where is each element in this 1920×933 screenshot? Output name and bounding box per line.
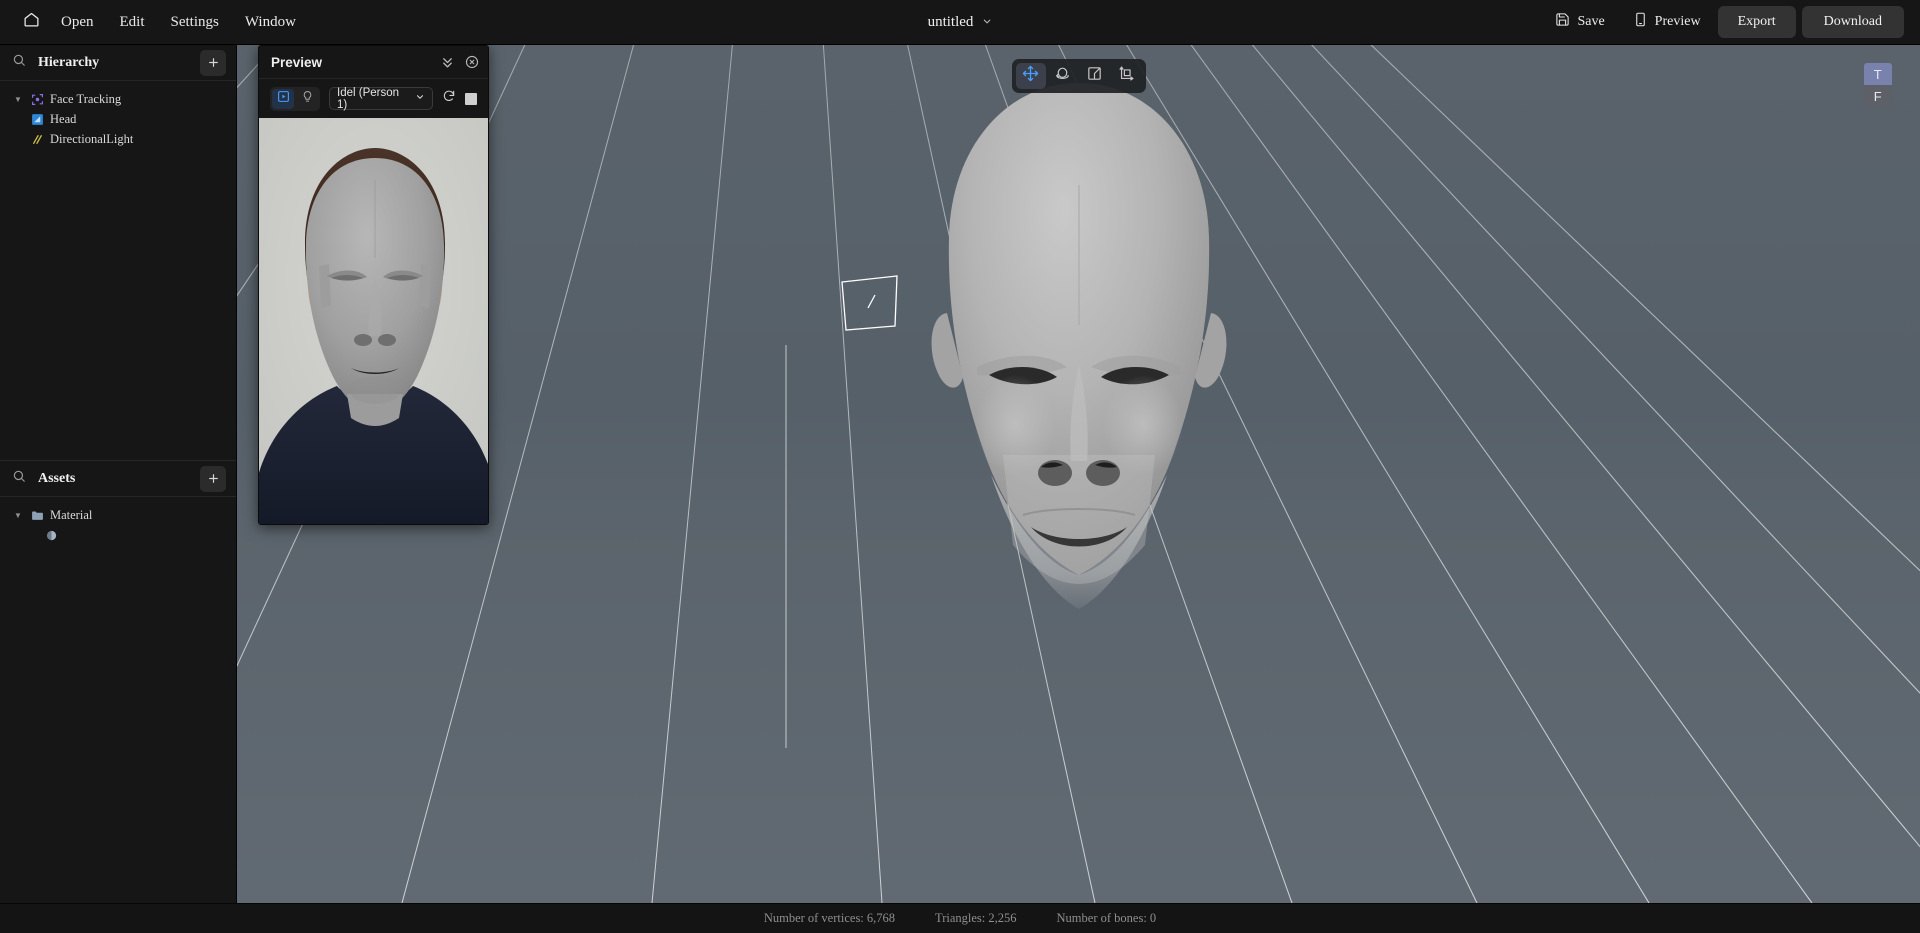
axis-gizmo-front[interactable]: F <box>1864 85 1892 107</box>
hierarchy-panel-header: Hierarchy <box>0 45 236 81</box>
chevron-down-icon <box>981 14 992 32</box>
home-icon <box>23 11 40 33</box>
chevron-down-icon[interactable]: ▼ <box>12 95 24 104</box>
rotate-tool[interactable] <box>1048 63 1078 89</box>
mobile-phone-icon <box>1633 12 1648 32</box>
preview-person-render <box>259 118 488 524</box>
search-icon[interactable] <box>12 53 26 72</box>
lightbulb-icon <box>301 90 314 108</box>
tree-label: Face Tracking <box>50 91 122 106</box>
transform-tool[interactable] <box>1112 63 1142 89</box>
hierarchy-add-button[interactable] <box>200 49 226 76</box>
tree-label: Material <box>50 507 93 522</box>
save-floppy-icon <box>1555 12 1570 32</box>
animation-select[interactable]: Idel (Person 1) <box>329 86 433 111</box>
document-title: untitled <box>927 14 974 30</box>
left-sidebar: Hierarchy ▼ Face Tracking Head Direction… <box>0 45 237 903</box>
material-sphere-icon <box>44 528 58 542</box>
chevron-down-icon <box>415 92 425 105</box>
rotate-icon <box>1054 65 1071 87</box>
download-button[interactable]: Download <box>1801 6 1904 38</box>
app-root: Open Edit Settings Window untitled Save <box>0 0 1920 933</box>
stop-square-icon[interactable] <box>465 92 477 105</box>
play-box-button[interactable] <box>272 88 294 109</box>
refresh-icon <box>442 89 456 108</box>
top-menu-bar: Open Edit Settings Window untitled Save <box>0 0 1920 45</box>
topbar-left-group: Open Edit Settings Window <box>0 5 309 39</box>
preview-stage[interactable] <box>259 118 488 524</box>
tree-item-face-tracking[interactable]: ▼ Face Tracking <box>0 89 236 109</box>
topbar-right-group: Save Preview Export Download <box>1544 5 1920 39</box>
status-triangles: Triangles: 2,256 <box>935 911 1017 925</box>
tree-item-directionallight[interactable]: DirectionalLight <box>0 129 236 149</box>
hierarchy-tree: ▼ Face Tracking Head DirectionalLight <box>0 81 236 149</box>
search-icon[interactable] <box>12 469 26 488</box>
menu-edit[interactable]: Edit <box>107 8 158 37</box>
tree-item-material-folder[interactable]: ▼ Material <box>0 505 236 525</box>
tree-item-head[interactable]: Head <box>0 109 236 129</box>
status-vertices: Number of vertices: 6,768 <box>763 911 896 925</box>
animation-select-value: Idel (Person 1) <box>337 86 400 111</box>
folder-icon <box>30 508 44 522</box>
export-button[interactable]: Export <box>1717 6 1796 38</box>
assets-title: Assets <box>38 470 76 486</box>
assets-tree: ▼ Material <box>0 497 236 545</box>
save-label: Save <box>1577 14 1605 29</box>
preview-panel-header: Preview <box>259 46 488 79</box>
axis-gizmo-top[interactable]: T <box>1864 63 1892 85</box>
status-bones: Number of bones: 0 <box>1056 911 1157 925</box>
3d-viewport[interactable]: T F Preview Idel (Person 1) <box>237 45 1920 903</box>
perspective-grid <box>237 45 1920 903</box>
status-bar: Number of vertices: 6,768 Triangles: 2,2… <box>0 903 1920 933</box>
menu-window[interactable]: Window <box>232 8 309 37</box>
scale-icon <box>1086 65 1103 87</box>
assets-panel-header: Assets <box>0 461 236 497</box>
scale-tool[interactable] <box>1080 63 1110 89</box>
preview-panel-title: Preview <box>271 54 323 70</box>
home-button[interactable] <box>14 5 48 39</box>
close-circle-icon[interactable] <box>465 55 479 69</box>
lightbulb-button[interactable] <box>296 89 318 109</box>
face-tracking-icon <box>30 92 44 106</box>
directional-light-icon <box>30 132 44 146</box>
viewport-tool-bar <box>1011 59 1146 93</box>
chevron-down-icon[interactable]: ▼ <box>12 511 24 520</box>
document-title-dropdown[interactable]: untitled <box>918 0 1003 45</box>
tree-label: Head <box>50 111 77 126</box>
move-tool[interactable] <box>1015 63 1046 89</box>
preview-label: Preview <box>1654 14 1701 29</box>
refresh-button[interactable] <box>442 89 456 108</box>
assets-add-button[interactable] <box>200 465 226 492</box>
save-button[interactable]: Save <box>1544 5 1615 39</box>
assets-section: Assets ▼ Material <box>0 460 236 545</box>
move-arrows-icon <box>1022 65 1039 87</box>
hierarchy-title: Hierarchy <box>38 54 100 70</box>
axis-gizmo: T F <box>1864 63 1892 107</box>
tree-item-material-asset[interactable] <box>0 525 236 545</box>
play-box-icon <box>277 90 290 108</box>
main-body: Hierarchy ▼ Face Tracking Head Direction… <box>0 45 1920 903</box>
preview-panel: Preview Idel (Person 1) <box>258 45 489 525</box>
tree-label: DirectionalLight <box>50 131 134 146</box>
transform-axis-icon <box>1118 65 1135 87</box>
menu-open[interactable]: Open <box>48 8 107 37</box>
preview-toolbar: Idel (Person 1) <box>259 79 488 118</box>
preview-button[interactable]: Preview <box>1622 5 1712 39</box>
mesh-icon <box>30 112 44 126</box>
preview-mode-segmented <box>270 86 320 111</box>
chevrons-down-icon[interactable] <box>440 55 455 70</box>
preview-header-actions <box>440 55 479 70</box>
menu-settings[interactable]: Settings <box>158 8 232 37</box>
